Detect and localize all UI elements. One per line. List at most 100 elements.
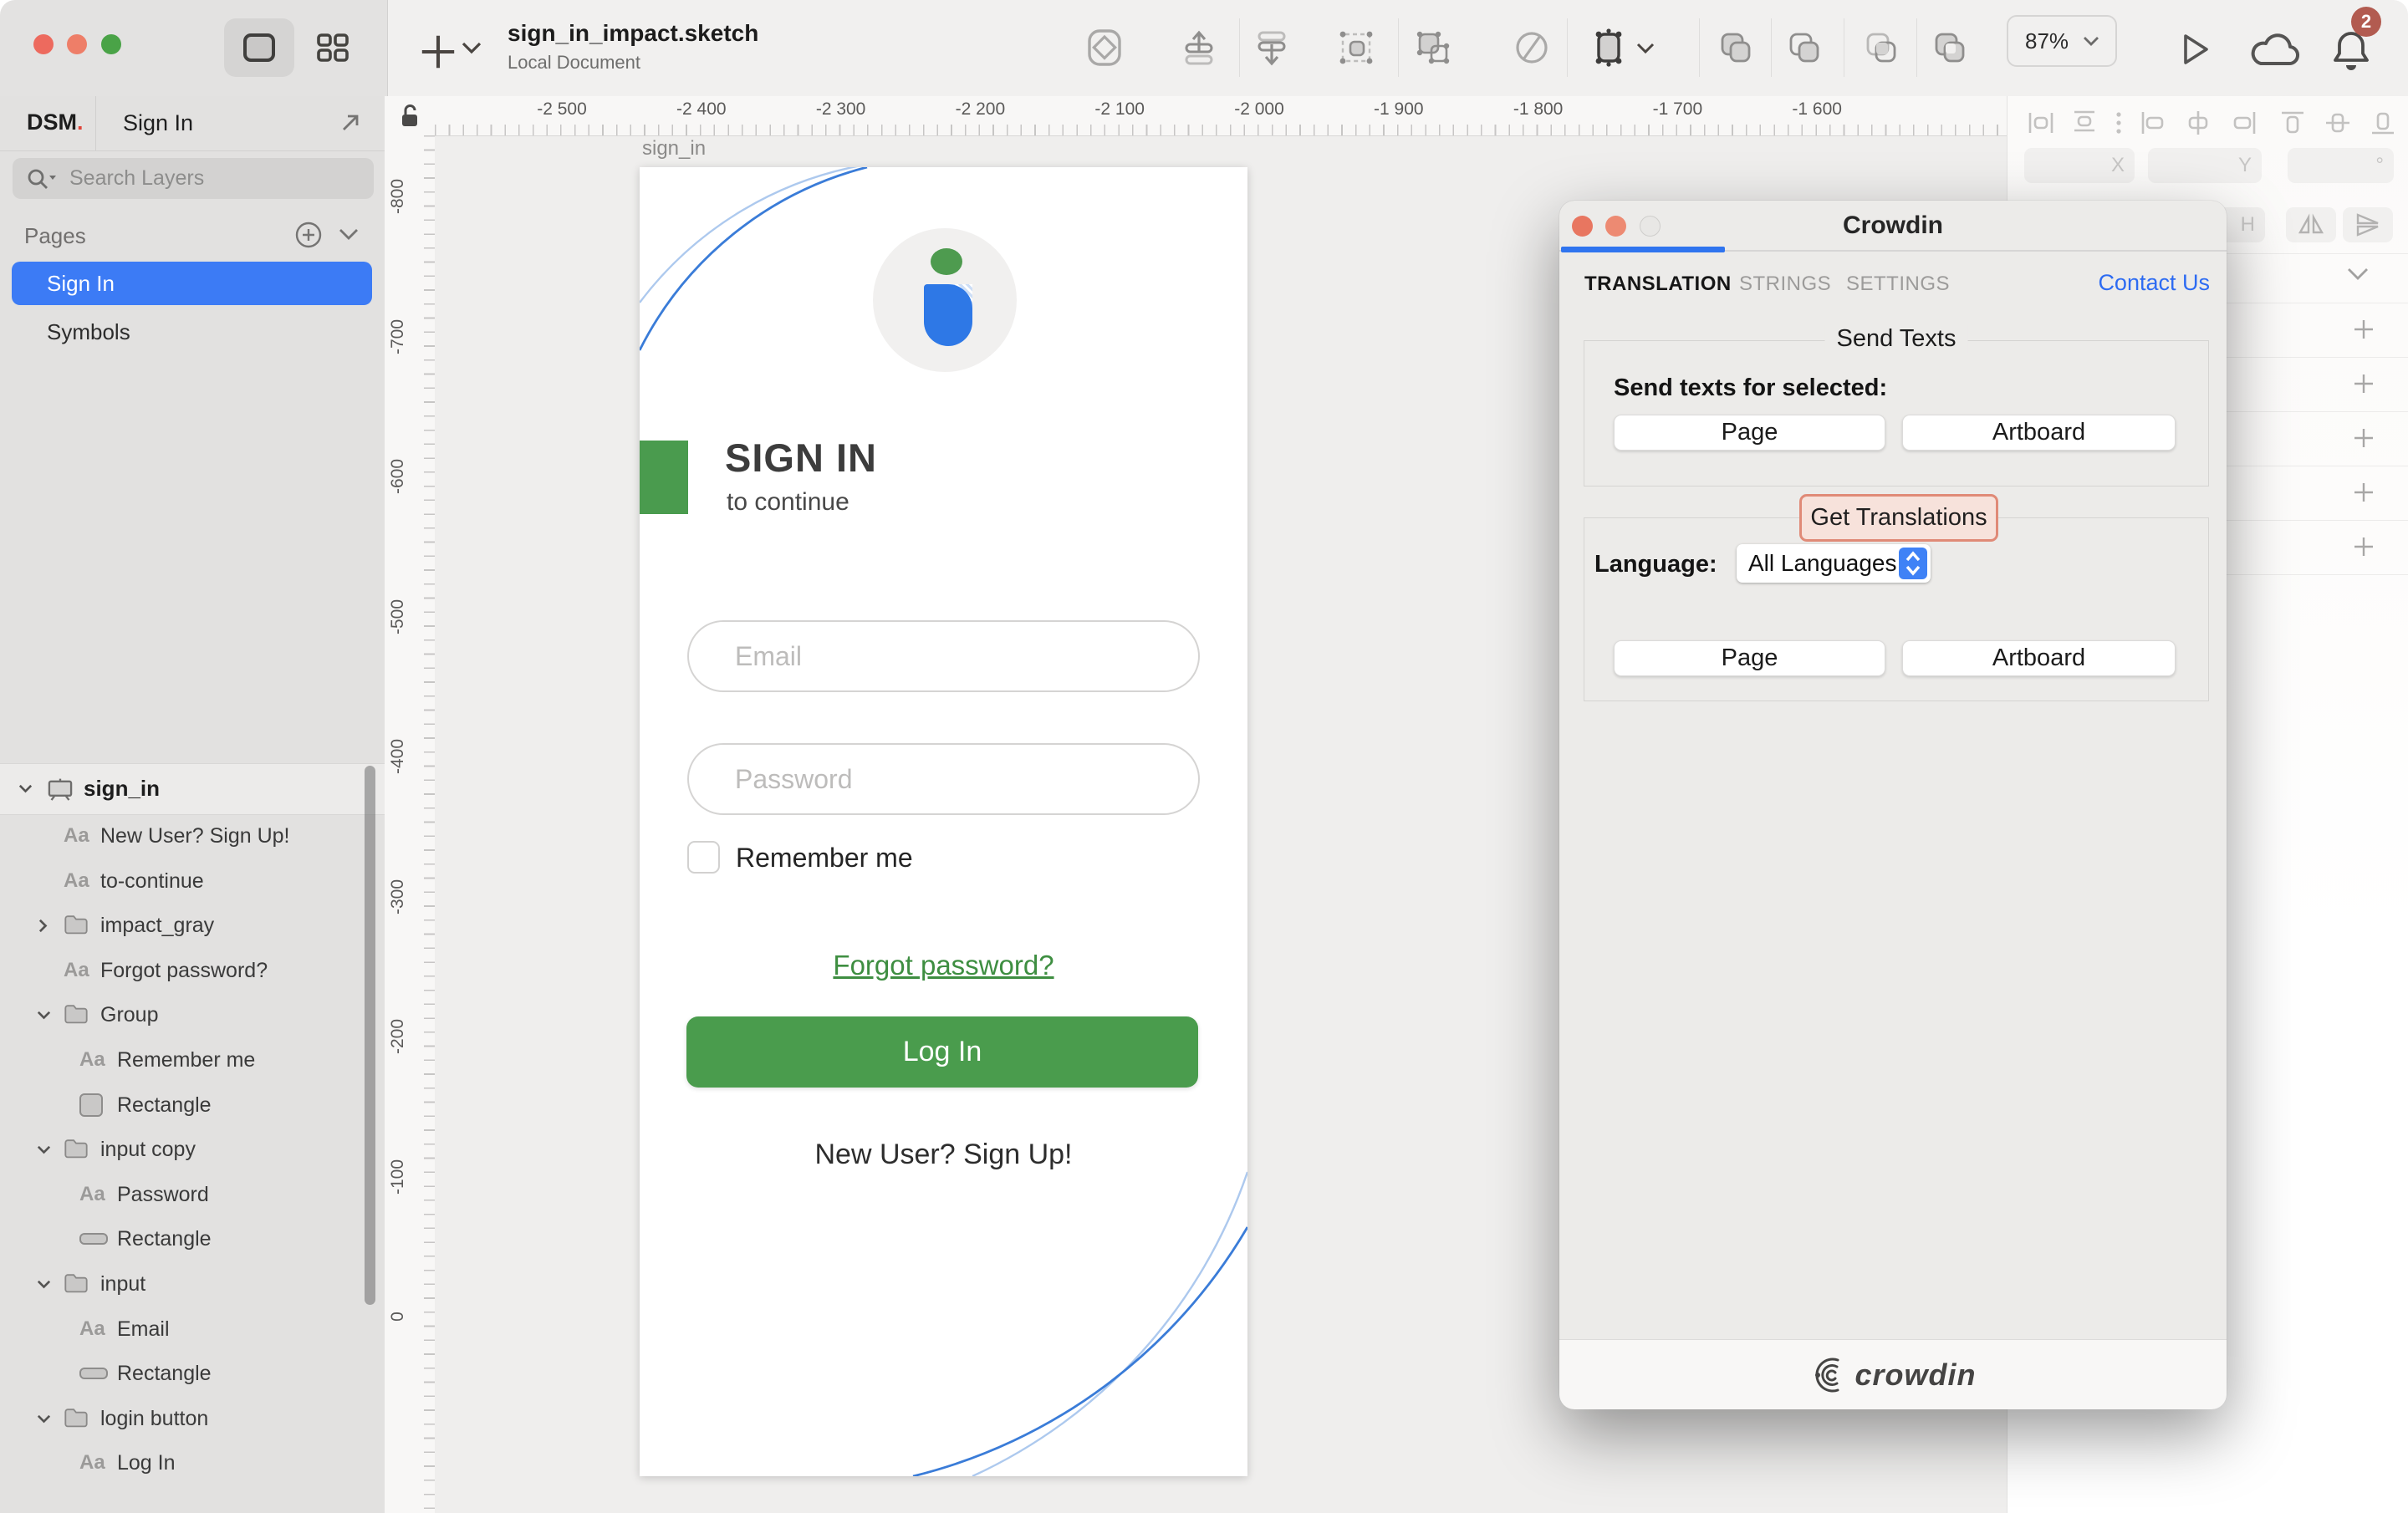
password-field[interactable]: Password xyxy=(687,743,1200,815)
search-layers-input[interactable]: Search Layers xyxy=(13,158,374,199)
remember-me-label[interactable]: Remember me xyxy=(736,843,913,874)
logo-blue-drop[interactable] xyxy=(924,284,972,346)
flip-horizontal-button[interactable] xyxy=(2286,207,2336,242)
contact-us-link[interactable]: Contact Us xyxy=(2098,270,2210,296)
layer-row[interactable]: AaLog In xyxy=(0,1440,385,1485)
layer-row[interactable]: AaNew User? Sign Up! xyxy=(0,813,385,858)
layer-row[interactable]: Aato-continue xyxy=(0,858,385,904)
intersect-icon[interactable] xyxy=(1861,28,1901,68)
tab-strings[interactable]: STRINGS xyxy=(1739,273,1831,296)
chevron-down-icon[interactable] xyxy=(37,1414,51,1424)
more-options-icon[interactable] xyxy=(2110,109,2128,137)
symbols-icon[interactable] xyxy=(1084,28,1125,68)
add-page-icon[interactable] xyxy=(294,221,323,249)
get-translations-button[interactable]: Get Translations xyxy=(1799,494,1998,542)
get-artboard-button[interactable]: Artboard xyxy=(1902,640,2176,676)
preview-play-icon[interactable] xyxy=(2176,30,2214,69)
collapse-pages-icon[interactable] xyxy=(338,227,360,242)
document-title-block[interactable]: sign_in_impact.sketch Local Document xyxy=(508,20,758,74)
send-artboard-button[interactable]: Artboard xyxy=(1902,415,2176,451)
tab-current-page[interactable]: Sign In xyxy=(123,110,193,136)
difference-icon[interactable] xyxy=(1930,28,1970,68)
get-page-button[interactable]: Page xyxy=(1614,640,1885,676)
chevron-down-icon[interactable] xyxy=(37,1011,51,1020)
layer-row[interactable]: Rectangle xyxy=(0,1216,385,1261)
layer-row[interactable]: input copy xyxy=(0,1127,385,1172)
chevron-down-icon[interactable] xyxy=(18,784,33,793)
canvas-view-button[interactable] xyxy=(224,18,294,77)
email-field[interactable]: Email xyxy=(687,620,1200,692)
layer-row[interactable]: login button xyxy=(0,1396,385,1441)
zoom-button[interactable] xyxy=(101,34,121,54)
add-style-icon[interactable] xyxy=(2352,535,2375,558)
layer-row[interactable]: input xyxy=(0,1261,385,1307)
align-right-icon[interactable] xyxy=(2230,109,2258,137)
ruler-tick-label: -500 xyxy=(388,588,408,646)
signin-subheading[interactable]: to continue xyxy=(727,488,849,517)
section-collapse-icon[interactable] xyxy=(2345,266,2370,282)
layer-row[interactable]: AaEmail xyxy=(0,1307,385,1352)
align-middle-vertical-icon[interactable] xyxy=(2324,109,2352,137)
forgot-password-link[interactable]: Forgot password? xyxy=(640,950,1247,981)
layer-row[interactable]: Group xyxy=(0,992,385,1037)
open-external-icon[interactable] xyxy=(339,111,362,135)
cloud-icon[interactable] xyxy=(2249,32,2306,69)
artboard-title-label[interactable]: sign_in xyxy=(642,137,706,160)
layer-row[interactable]: AaRemember me xyxy=(0,1037,385,1083)
artboard[interactable]: SIGN IN to continue Email Password Remem… xyxy=(640,167,1247,1476)
ungroup-icon[interactable] xyxy=(1413,28,1453,68)
flip-vertical-button[interactable] xyxy=(2343,207,2393,242)
layer-row[interactable]: Rectangle xyxy=(0,1083,385,1128)
move-backward-icon[interactable] xyxy=(1252,28,1293,68)
lock-icon[interactable] xyxy=(398,103,421,130)
artboard-chevron-icon[interactable] xyxy=(1635,42,1656,55)
align-top-icon[interactable] xyxy=(2278,109,2307,137)
add-chevron-icon[interactable] xyxy=(461,40,482,55)
layer-row[interactable]: Rectangle xyxy=(0,1351,385,1396)
add-style-icon[interactable] xyxy=(2352,318,2375,341)
insert-artboard-icon[interactable] xyxy=(1589,28,1629,68)
send-page-button[interactable]: Page xyxy=(1614,415,1885,451)
add-style-icon[interactable] xyxy=(2352,481,2375,504)
sidebar-scrollbar[interactable] xyxy=(365,766,375,1305)
layer-row[interactable]: AaForgot password? xyxy=(0,948,385,993)
add-style-icon[interactable] xyxy=(2352,426,2375,450)
rotation-field[interactable]: ° xyxy=(2288,148,2394,183)
distribute-vertical-icon[interactable] xyxy=(2070,109,2099,137)
page-item[interactable]: Symbols xyxy=(12,310,372,354)
align-center-horizontal-icon[interactable] xyxy=(2184,109,2212,137)
align-bottom-icon[interactable] xyxy=(2369,109,2397,137)
layer-row[interactable]: impact_gray xyxy=(0,903,385,948)
tab-settings[interactable]: SETTINGS xyxy=(1846,273,1950,296)
chevron-down-icon[interactable] xyxy=(37,1280,51,1289)
align-left-icon[interactable] xyxy=(2139,109,2167,137)
grid-view-button[interactable] xyxy=(298,18,368,77)
zoom-level-dropdown[interactable]: 87% xyxy=(2007,15,2117,67)
chevron-right-icon[interactable] xyxy=(38,919,48,933)
distribute-horizontal-icon[interactable] xyxy=(2027,109,2055,137)
impact-green-rectangle[interactable] xyxy=(640,441,688,514)
logo-green-dot[interactable] xyxy=(931,248,962,275)
x-position-field[interactable]: X xyxy=(2024,148,2135,183)
remember-me-checkbox[interactable] xyxy=(687,841,720,874)
subtract-icon[interactable] xyxy=(1784,28,1824,68)
chevron-down-icon[interactable] xyxy=(37,1145,51,1154)
page-item[interactable]: Sign In xyxy=(12,262,372,305)
sign-up-text[interactable]: New User? Sign Up! xyxy=(640,1139,1247,1171)
group-icon[interactable] xyxy=(1336,28,1376,68)
log-in-button[interactable]: Log In xyxy=(686,1016,1198,1088)
signin-heading[interactable]: SIGN IN xyxy=(725,435,877,481)
move-forward-icon[interactable] xyxy=(1180,28,1220,68)
tab-dsm[interactable]: DSM. xyxy=(27,110,84,135)
tab-translation[interactable]: TRANSLATION xyxy=(1584,273,1732,296)
layer-root-row[interactable]: sign_in xyxy=(0,763,385,815)
layer-row[interactable]: AaPassword xyxy=(0,1172,385,1217)
add-style-icon[interactable] xyxy=(2352,372,2375,395)
close-button[interactable] xyxy=(33,34,54,54)
no-fill-icon[interactable] xyxy=(1512,28,1552,68)
union-icon[interactable] xyxy=(1716,28,1756,68)
y-position-field[interactable]: Y xyxy=(2148,148,2262,183)
minimize-button[interactable] xyxy=(67,34,87,54)
add-icon[interactable] xyxy=(418,32,458,72)
language-dropdown[interactable]: All Languages xyxy=(1737,544,1931,583)
